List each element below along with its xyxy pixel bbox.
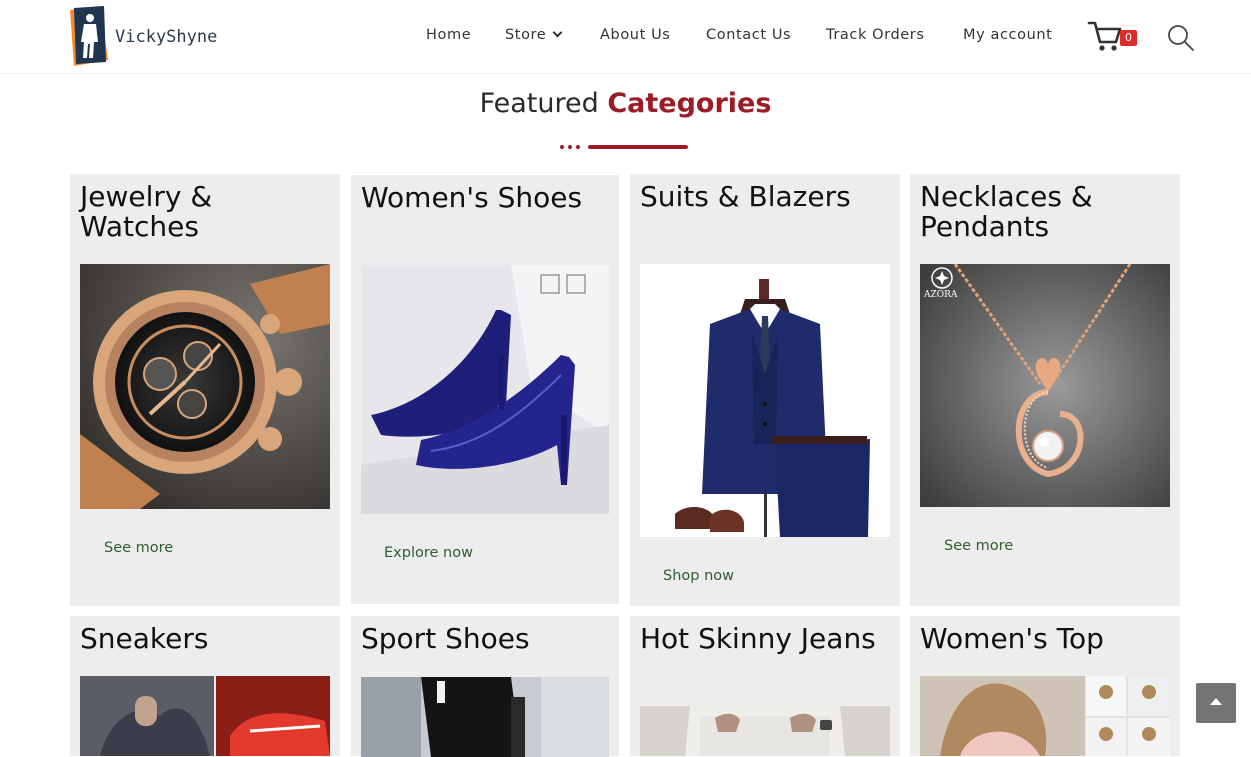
divider-line [588,145,688,149]
divider-dot [576,145,580,149]
suit-image[interactable] [640,264,890,537]
nav-contact-us[interactable]: Contact Us [706,27,791,43]
category-card-necklaces-pendants[interactable]: Necklaces & Pendants AZORA See more [910,174,1180,606]
category-card-sneakers[interactable]: Sneakers [70,616,340,756]
category-card-hot-skinny-jeans[interactable]: Hot Skinny Jeans [630,616,900,756]
nav-home[interactable]: Home [426,27,471,43]
search-button[interactable] [1167,24,1195,52]
watch-image[interactable] [80,264,330,509]
category-card-sport-shoes[interactable]: Sport Shoes [351,616,619,757]
divider-dot [560,145,564,149]
womens-top-image[interactable] [920,676,1170,756]
shop-now-link[interactable]: Shop now [663,568,734,584]
brand-logo[interactable]: VickyShyne [60,4,230,68]
sport-shoes-image[interactable] [361,677,609,757]
category-title: Jewelry & Watches [80,180,213,243]
see-more-link[interactable]: See more [104,540,173,556]
logo-icon [70,6,108,66]
category-card-jewelry-watches[interactable]: Jewelry & Watches See more [70,174,340,606]
category-card-womens-shoes[interactable]: Women's Shoes Explore now [351,175,619,604]
cart-icon [1087,21,1122,51]
nav-store-label: Store [505,27,547,43]
category-card-suits-blazers[interactable]: Suits & Blazers Shop now [630,174,900,606]
category-title: Suits & Blazers [640,180,851,213]
skinny-jeans-image[interactable] [640,706,890,756]
category-title: Hot Skinny Jeans [640,622,876,655]
explore-now-link[interactable]: Explore now [384,545,473,561]
nav-store[interactable]: Store [505,27,563,43]
section-title-accent: Categories [607,88,772,119]
site-header: VickyShyne Home Store About Us Contact U… [0,0,1251,74]
back-to-top-button[interactable] [1196,683,1236,723]
see-more-link[interactable]: See more [944,538,1013,554]
category-title: Women's Shoes [361,181,583,214]
nav-my-account[interactable]: My account [963,27,1052,43]
category-title: Necklaces & Pendants [920,180,1093,243]
title-divider [560,143,690,151]
category-card-womens-top[interactable]: Women's Top [910,616,1180,756]
chevron-down-icon [552,27,563,38]
sneakers-image[interactable] [80,676,330,756]
divider-dot [568,145,572,149]
section-title-plain: Featured [479,88,599,119]
category-title: Sneakers [80,622,209,655]
category-title: Women's Top [920,622,1104,655]
womens-shoes-image[interactable] [361,265,609,514]
nav-about-us[interactable]: About Us [600,27,670,43]
category-title: Sport Shoes [361,622,530,655]
cart-count-badge: 0 [1120,30,1137,46]
azora-watermark: AZORA [923,290,958,300]
section-title: Featured Categories [0,88,1251,119]
nav-track-orders[interactable]: Track Orders [826,27,925,43]
cart-button[interactable]: 0 [1087,18,1139,54]
search-icon [1168,25,1194,51]
brand-name: VickyShyne [115,27,218,47]
necklace-image[interactable]: AZORA [920,264,1170,507]
